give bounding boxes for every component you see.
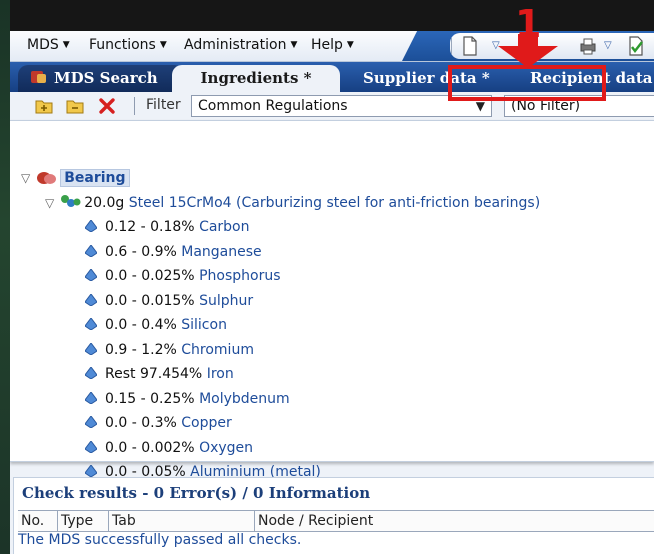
substance-percentage: 0.12 - 0.18% [105,219,195,235]
tree-node-substance[interactable]: 0.12 - 0.18% Carbon [85,219,250,235]
tree-node-substance[interactable]: Rest 97.454% Iron [85,366,234,382]
substance-name: Copper [181,415,232,431]
material-icon [61,195,81,207]
tab-mds-search[interactable]: MDS Search [18,65,184,92]
substance-percentage: 0.9 - 1.2% [105,341,177,358]
substance-name: Phosphorus [199,268,281,284]
expand-toggle-icon[interactable]: ▽ [21,171,30,185]
menu-functions[interactable]: Functions ▼ [89,37,167,53]
substance-name: Molybdenum [199,390,290,407]
substance-name: Iron [206,366,234,382]
material-weight: 20.0g [84,195,125,211]
substance-icon [85,293,97,306]
substance-name: Chromium [181,341,254,358]
menu-help[interactable]: Help ▼ [311,37,354,53]
dropdown-arrow-icon: ▼ [346,40,354,50]
collapse-all-icon[interactable] [66,97,84,115]
new-document-icon[interactable] [461,36,479,56]
substance-icon [85,416,97,428]
column-header-type[interactable]: Type [58,511,109,531]
tree-node-substance[interactable]: 0.0 - 0.025% Phosphorus [85,268,281,284]
check-document-icon[interactable] [627,36,645,56]
filter-separator [134,97,135,115]
expand-all-icon[interactable] [35,97,53,115]
substance-icon [85,367,97,379]
tree-node-substance[interactable]: 0.0 - 0.4% Silicon [85,317,227,333]
substance-percentage: 0.0 - 0.3% [105,415,177,431]
delete-icon[interactable] [98,97,116,115]
dropdown-arrow-icon: ▼ [290,40,298,50]
tree-node-substance[interactable]: 0.0 - 0.3% Copper [85,415,232,431]
substance-icon [85,391,97,404]
annotation-highlight-box [448,65,606,101]
dropdown-arrow-icon: ▼ [159,40,167,50]
ingredients-tree: ▽ Bearing ▽ 20.0g Steel 15CrMo4 (Carburi… [10,120,654,480]
tab-mds-search-label: MDS Search [54,69,158,87]
menu-administration[interactable]: Administration ▼ [184,37,297,53]
expand-toggle-icon[interactable]: ▽ [45,196,54,210]
component-icon [37,172,57,184]
substance-icon [85,244,97,257]
check-results-message: The MDS successfully passed all checks. [18,532,302,548]
tree-node-bearing[interactable]: ▽ Bearing [21,169,130,187]
desktop-background-strip [0,0,10,554]
filter-label: Filter [146,97,181,113]
menu-administration-label: Administration [184,37,287,53]
check-results-panel: Check results - 0 Error(s) / 0 Informati… [13,477,654,554]
substance-name: Manganese [181,243,262,260]
substance-percentage: 0.0 - 0.025% [105,268,195,284]
substance-icon [85,440,97,453]
substance-percentage: Rest 97.454% [105,366,203,382]
substance-name: Silicon [181,317,227,333]
tree-node-substance[interactable]: 0.9 - 1.2% Chromium [85,342,254,358]
mds-search-icon [31,71,46,83]
dropdown-arrow-icon: ▼ [62,40,70,50]
annotation-arrow-icon [498,34,558,68]
menu-functions-label: Functions [89,37,156,53]
window-top-background [0,0,654,32]
check-results-title: Check results - 0 Error(s) / 0 Informati… [22,484,371,502]
column-header-node-recipient[interactable]: Node / Recipient [255,511,654,531]
tab-ingredients-label: Ingredients * [200,69,312,87]
check-results-header: No. Type Tab Node / Recipient [18,510,654,532]
substance-percentage: 0.0 - 0.002% [105,439,195,456]
substance-icon [85,318,97,330]
substance-percentage: 0.6 - 0.9% [105,243,177,260]
menu-mds[interactable]: MDS ▼ [27,37,70,53]
menu-help-label: Help [311,37,343,53]
print-dropdown-icon[interactable]: ▽ [604,40,612,51]
column-header-no[interactable]: No. [18,511,58,531]
substance-name: Carbon [199,219,250,235]
tree-node-substance[interactable]: 0.0 - 0.015% Sulphur [85,293,253,309]
substance-icon [85,269,97,281]
substance-percentage: 0.15 - 0.25% [105,390,195,407]
substance-name: Oxygen [199,439,254,456]
menu-mds-label: MDS [27,37,59,53]
column-header-tab[interactable]: Tab [109,511,255,531]
regulation-filter-select[interactable]: Common Regulations ▼ [191,95,492,117]
tree-node-substance[interactable]: 0.6 - 0.9% Manganese [85,244,262,260]
substance-percentage: 0.0 - 0.4% [105,317,177,333]
substance-percentage: 0.0 - 0.015% [105,292,195,309]
toolbar-separator [451,38,452,54]
regulation-filter-value: Common Regulations [198,98,348,114]
material-name: Steel 15CrMo4 (Carburizing steel for ant… [128,195,541,211]
substance-icon [85,465,97,477]
tree-node-substance[interactable]: 0.15 - 0.25% Molybdenum [85,391,290,407]
tree-node-material[interactable]: ▽ 20.0g Steel 15CrMo4 (Carburizing steel… [45,194,540,211]
tree-node-substance[interactable]: 0.0 - 0.002% Oxygen [85,440,253,456]
tree-node-bearing-label: Bearing [60,169,130,187]
print-icon[interactable] [579,36,597,56]
substance-name: Sulphur [199,292,254,309]
mds-application-window: MDS ▼ Functions ▼ Administration ▼ Help ▼ ▽ … [10,31,654,554]
substance-icon [85,342,97,355]
substance-icon [85,220,97,232]
tab-ingredients[interactable]: Ingredients * [172,65,340,92]
